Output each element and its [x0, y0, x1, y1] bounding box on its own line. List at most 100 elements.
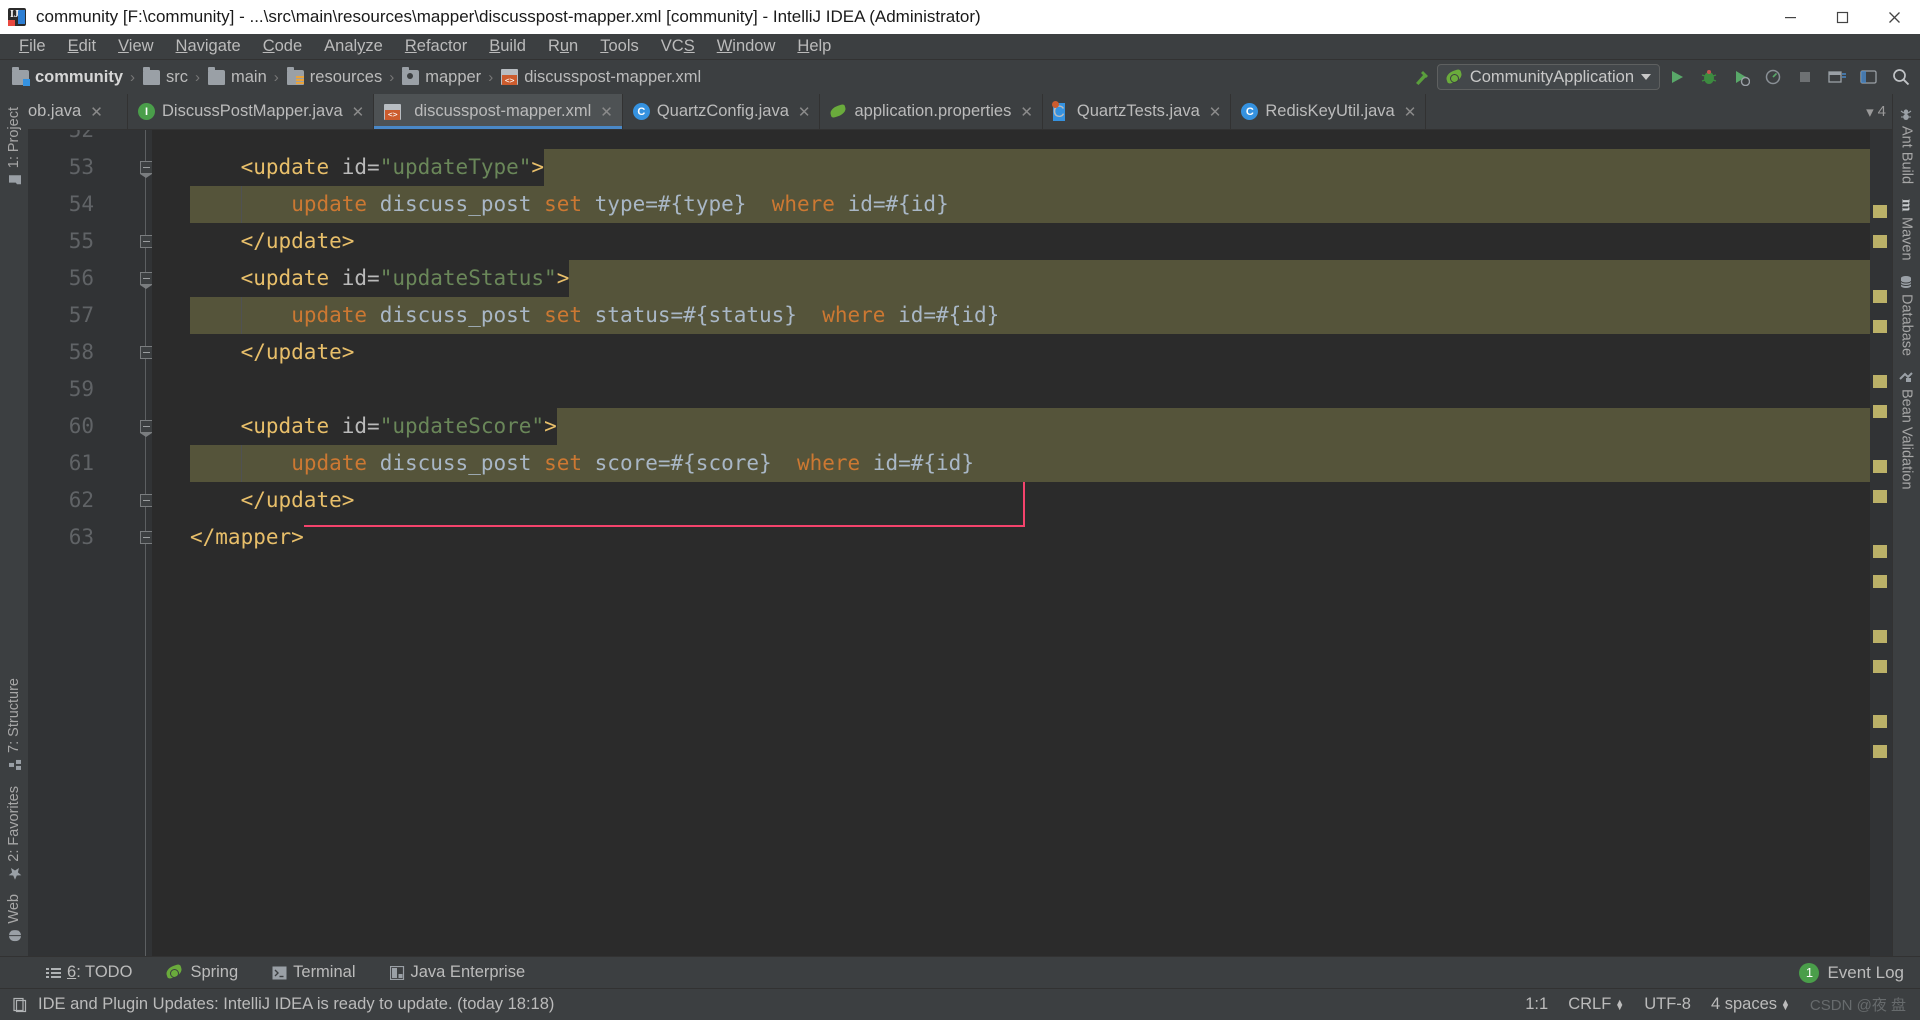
breadcrumb-item-file[interactable]: <> discusspost-mapper.xml: [497, 66, 704, 106]
stop-button[interactable]: [1790, 63, 1820, 91]
close-icon[interactable]: ✕: [798, 103, 811, 121]
code-token: set: [544, 192, 595, 216]
code-line[interactable]: <update id="updateScore">: [152, 408, 1870, 445]
sidebar-item-web[interactable]: Web: [0, 887, 28, 950]
breadcrumb-item-main[interactable]: main: [204, 66, 270, 89]
update-project-icon[interactable]: [1822, 63, 1852, 91]
sidebar-item-bean-validation[interactable]: Bean Validation: [1893, 363, 1920, 497]
code-marker[interactable]: [1873, 715, 1887, 728]
menu-code[interactable]: Code: [252, 35, 313, 58]
menu-refactor[interactable]: Refactor: [394, 35, 478, 58]
folder-icon: [208, 66, 226, 85]
tool-button-java-enterprise[interactable]: Java Enterprise: [386, 961, 530, 984]
run-button[interactable]: [1662, 63, 1692, 91]
breadcrumb-item-community[interactable]: community: [8, 66, 126, 89]
maximize-button[interactable]: [1816, 0, 1868, 34]
encoding-selector[interactable]: UTF-8: [1644, 995, 1691, 1014]
close-icon[interactable]: ✕: [600, 103, 613, 121]
code-line[interactable]: update discuss_post set score=#{score} w…: [152, 445, 1870, 482]
status-message[interactable]: IDE and Plugin Updates: IntelliJ IDEA is…: [38, 995, 554, 1014]
editor-tab-rediskeyutil-java[interactable]: C RedisKeyUtil.java ✕: [1231, 94, 1427, 129]
close-icon[interactable]: ✕: [1404, 103, 1417, 121]
spring-boot-icon: [1444, 68, 1464, 86]
breadcrumb: community › src › main › resources › map…: [8, 66, 704, 106]
gear-icon[interactable]: [1854, 63, 1884, 91]
debug-button[interactable]: [1694, 63, 1724, 91]
code-line[interactable]: <update id="updateStatus">: [152, 260, 1870, 297]
close-icon[interactable]: ✕: [90, 103, 103, 121]
menu-edit[interactable]: Edit: [57, 35, 107, 58]
code-line[interactable]: update discuss_post set type=#{type} whe…: [152, 186, 1870, 223]
code-line[interactable]: </update>: [152, 223, 1870, 260]
breadcrumb-item-mapper[interactable]: mapper: [398, 66, 484, 89]
run-configuration-selector[interactable]: CommunityApplication: [1436, 64, 1660, 90]
code-line[interactable]: </update>: [152, 334, 1870, 371]
editor-tab-overflow[interactable]: ▾ 4: [1866, 94, 1892, 129]
code-line[interactable]: update discuss_post set status=#{status}…: [152, 297, 1870, 334]
search-icon[interactable]: [1886, 63, 1916, 91]
close-button[interactable]: [1868, 0, 1920, 34]
editor-tab-ob-java[interactable]: ob.java ✕: [28, 94, 128, 129]
editor-marker-bar[interactable]: [1870, 130, 1892, 956]
editor-tab-discusspost-mapper-xml[interactable]: <> discusspost-mapper.xml ✕: [374, 94, 623, 129]
sidebar-item-ant-build[interactable]: Ant Build: [1893, 100, 1920, 191]
editor-tab-quartztests-java[interactable]: C QuartzTests.java ✕: [1042, 94, 1232, 129]
code-editor[interactable]: 52 53 54 55 56 57 58 59 60 61 62 63 <update id="upd…: [28, 130, 1892, 956]
close-icon[interactable]: ✕: [1020, 103, 1033, 121]
sidebar-item-structure[interactable]: 7: Structure: [0, 671, 28, 779]
close-icon[interactable]: ✕: [1209, 103, 1222, 121]
caret-position[interactable]: 1:1: [1525, 995, 1548, 1014]
menu-tools[interactable]: Tools: [589, 35, 650, 58]
profiler-icon[interactable]: [1758, 63, 1788, 91]
menu-vcs[interactable]: VCS: [650, 35, 706, 58]
menu-analyze[interactable]: Analyze: [313, 35, 394, 58]
menu-window[interactable]: Window: [706, 35, 787, 58]
code-line[interactable]: [152, 130, 1870, 149]
indent-selector[interactable]: 4 spaces ▲ ▼: [1711, 995, 1790, 1014]
editor-tab-label: DiscussPostMapper.java: [162, 102, 343, 120]
tool-button-spring[interactable]: Spring: [162, 961, 242, 984]
sidebar-item-database[interactable]: Database: [1893, 268, 1920, 363]
editor-tab-quartzconfig-java[interactable]: C QuartzConfig.java ✕: [622, 94, 821, 129]
code-text-area[interactable]: <update id="updateType"> update discuss_p…: [152, 130, 1870, 956]
star-icon: [7, 866, 22, 880]
hammer-icon[interactable]: [1409, 63, 1435, 91]
menu-run[interactable]: Run: [537, 35, 589, 58]
menu-view[interactable]: View: [107, 35, 164, 58]
tool-button-terminal[interactable]: Terminal: [268, 961, 359, 984]
notification-icon[interactable]: [12, 997, 28, 1013]
line-number: 62: [68, 488, 94, 512]
code-token: type: [594, 192, 646, 216]
editor-scrollbar-thumb[interactable]: [1884, 170, 1891, 690]
code-line[interactable]: </mapper>: [152, 519, 1870, 556]
code-line[interactable]: <update id="updateType">: [152, 149, 1870, 186]
code-line[interactable]: </update>: [152, 482, 1870, 519]
code-line[interactable]: [152, 371, 1870, 408]
close-icon[interactable]: ✕: [352, 103, 365, 121]
breadcrumb-item-src[interactable]: src: [139, 66, 191, 89]
line-number: 59: [68, 377, 94, 401]
menu-build[interactable]: Build: [478, 35, 537, 58]
sidebar-item-favorites[interactable]: 2: Favorites: [0, 779, 28, 888]
menu-help[interactable]: Help: [786, 35, 842, 58]
window-title: community [F:\community] - ...\src\main\…: [36, 7, 981, 26]
editor-tab-application-properties[interactable]: application.properties ✕: [820, 94, 1043, 129]
main-content-row: 1: Project 7: Structure 2: Favorites Web: [0, 94, 1920, 956]
code-marker[interactable]: [1873, 745, 1887, 758]
tool-button-todo[interactable]: 6: TODO: [42, 961, 136, 984]
indent-label: 4 spaces: [1710, 995, 1777, 1013]
editor-gutter[interactable]: 52 53 54 55 56 57 58 59 60 61 62 63: [28, 130, 153, 956]
line-separator-selector[interactable]: CRLF ▲ ▼: [1568, 995, 1624, 1014]
event-log-button[interactable]: 1 Event Log: [1799, 962, 1920, 983]
sidebar-item-maven[interactable]: m Maven: [1893, 191, 1920, 268]
menu-navigate[interactable]: Navigate: [165, 35, 252, 58]
sidebar-item-project[interactable]: 1: Project: [0, 100, 28, 194]
editor-tab-discusspostmapper-java[interactable]: I DiscussPostMapper.java ✕: [128, 94, 375, 129]
sidebar-item-label: Ant Build: [1898, 126, 1915, 185]
breadcrumb-item-resources[interactable]: resources: [283, 66, 385, 89]
menu-file[interactable]: FFileile: [8, 35, 57, 58]
run-with-coverage-button[interactable]: [1726, 63, 1756, 91]
minimize-button[interactable]: [1764, 0, 1816, 34]
editor-area: ob.java ✕ I DiscussPostMapper.java ✕ <> …: [28, 94, 1892, 956]
editor-tab-label: application.properties: [854, 102, 1012, 120]
